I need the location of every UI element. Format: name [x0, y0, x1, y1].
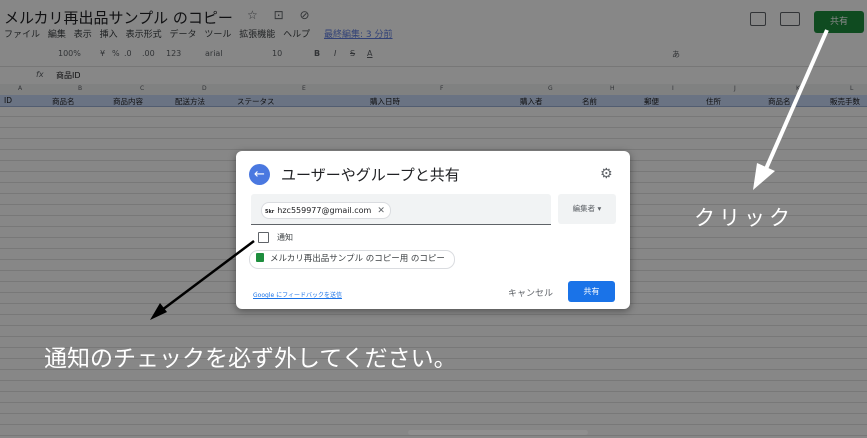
click-arrow	[760, 29, 829, 179]
click-annotation: クリック	[694, 206, 794, 230]
notify-arrow	[157, 240, 255, 314]
horizontal-scrollbar[interactable]	[408, 430, 588, 435]
notify-arrowhead	[150, 303, 167, 320]
click-arrowhead	[753, 163, 775, 190]
instruction-annotation: 通知のチェックを必ず外してください。	[44, 346, 457, 372]
